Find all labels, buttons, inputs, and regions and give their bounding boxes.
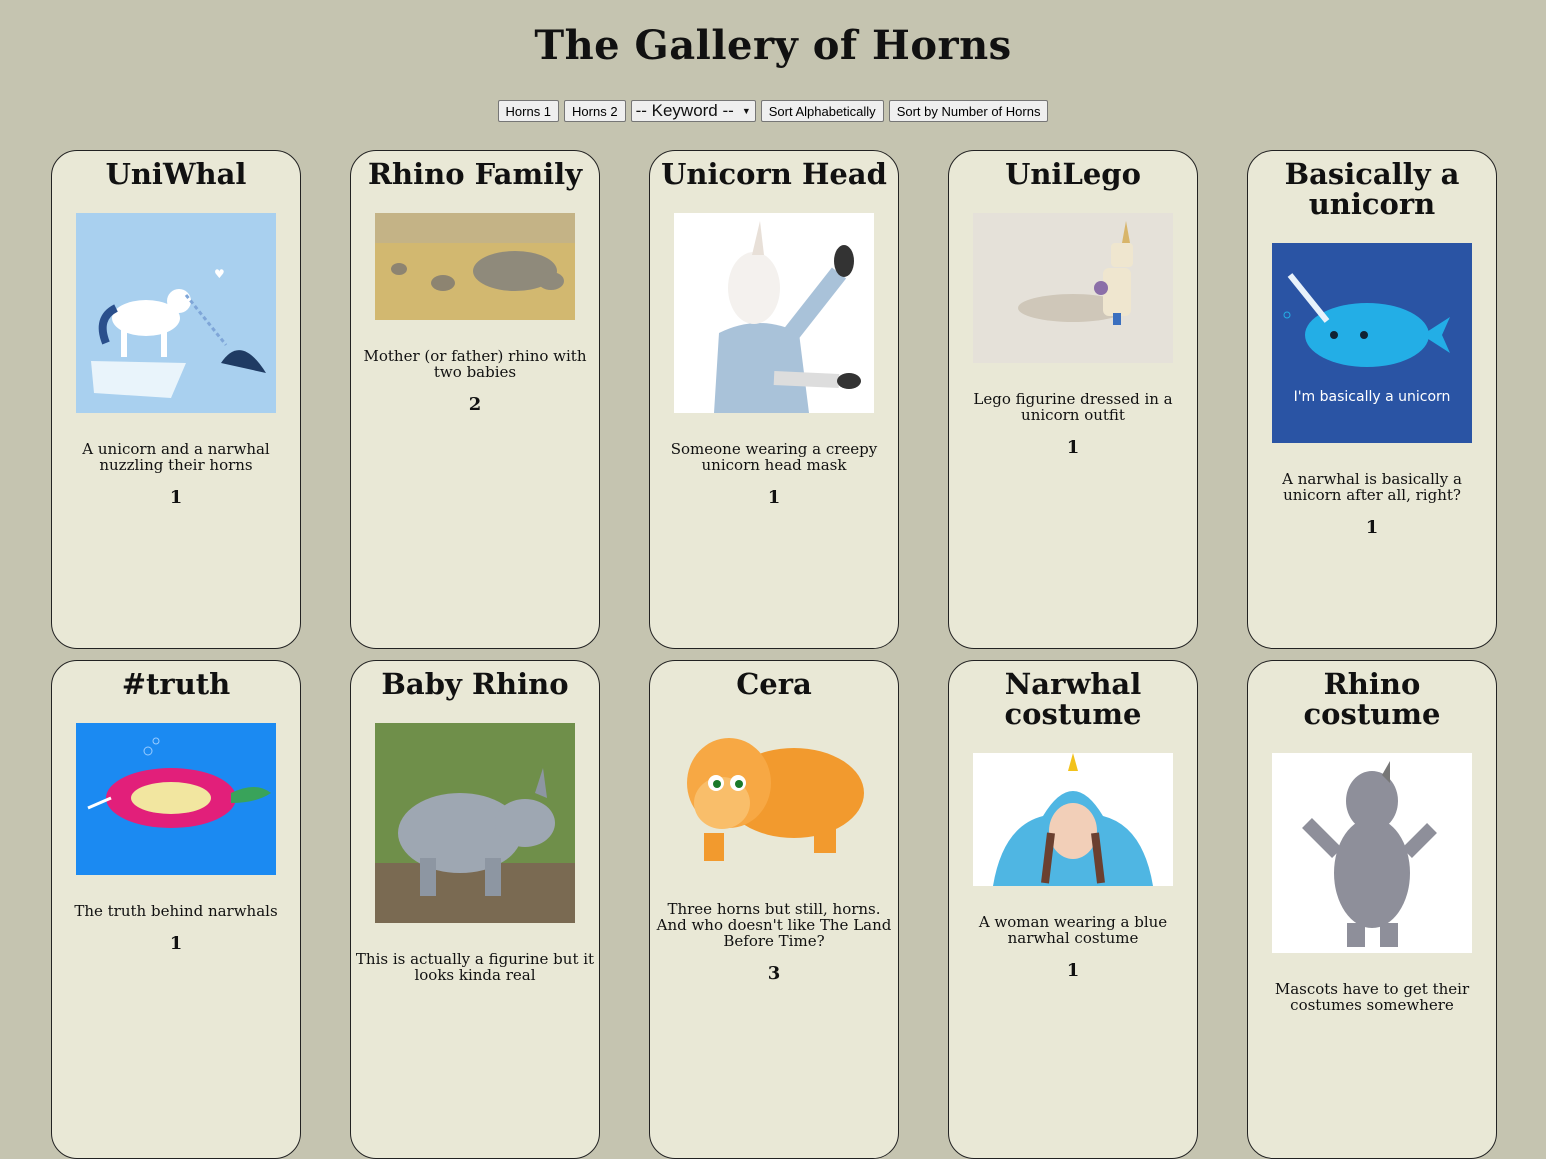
card-horns-count: 1: [1066, 960, 1080, 981]
card-description: A narwhal is basically a unicorn after a…: [1282, 470, 1462, 504]
baby-rhino-image: [375, 723, 575, 927]
gallery-card: Narwhal costume A woman wearing a blue n…: [948, 660, 1198, 1159]
gallery-card: Unicorn Head Someone wearing a creepy un…: [649, 150, 899, 649]
card-description: This is actually a figurine but it looks…: [355, 950, 595, 984]
gallery-card: #truth The truth behind narwhals 1: [51, 660, 301, 1159]
unicorn-mask-image: [674, 213, 874, 417]
card-description: Mascots have to get their costumes somew…: [1274, 980, 1470, 1014]
card-horns-count: 1: [169, 487, 183, 508]
unicorn-narwhal-image: ♥: [76, 213, 276, 417]
card-title: Rhino Family: [367, 157, 583, 191]
narwhal-shirt-caption: I'm basically a unicorn: [1294, 389, 1451, 405]
card-description: Lego figurine dressed in a unicorn outfi…: [973, 390, 1173, 424]
narwhal-shirt-image: I'm basically a unicorn: [1272, 243, 1472, 447]
card-title: Cera: [736, 667, 812, 701]
card-title: #truth: [121, 667, 231, 701]
card-horns-count: 3: [767, 963, 781, 984]
card-horns-count: 1: [1365, 517, 1379, 538]
gallery-card: Rhino Family Mother (or father) rhino wi…: [350, 150, 600, 649]
card-description: The truth behind narwhals: [74, 902, 278, 920]
card-title: Rhino costume: [1303, 667, 1441, 731]
card-title: UniWhal: [105, 157, 247, 191]
gallery-grid: UniWhal ♥ A unicorn and a narwhal nuzzli…: [51, 150, 1497, 1159]
horns1-button[interactable]: Horns 1: [497, 100, 560, 122]
keyword-select[interactable]: -- Keyword -- ▼: [630, 100, 756, 122]
sort-by-horns-button[interactable]: Sort by Number of Horns: [888, 100, 1049, 122]
card-title: Unicorn Head: [661, 157, 887, 191]
horns2-button[interactable]: Horns 2: [564, 100, 626, 122]
card-description: A woman wearing a blue narwhal costume: [978, 913, 1168, 947]
rhino-mascot-image: [1272, 753, 1472, 957]
keyword-select-value: -- Keyword --: [635, 101, 734, 120]
lego-unicorn-image: [973, 213, 1173, 367]
sort-alphabetically-button[interactable]: Sort Alphabetically: [760, 100, 884, 122]
card-horns-count: 1: [767, 487, 781, 508]
gallery-card: Baby Rhino This is actually a figurine b…: [350, 660, 600, 1159]
card-description: Mother (or father) rhino with two babies: [363, 347, 587, 381]
card-horns-count: 1: [1066, 437, 1080, 458]
gallery-card: Rhino costume Mascots have to get their …: [1247, 660, 1497, 1159]
card-horns-count: 2: [468, 394, 482, 415]
card-horns-count: 1: [169, 933, 183, 954]
card-description: A unicorn and a narwhal nuzzling their h…: [82, 440, 270, 474]
card-title: Basically a unicorn: [1284, 157, 1460, 221]
narwhal-truth-image: [76, 723, 276, 879]
chevron-down-icon: ▼: [741, 106, 751, 116]
gallery-card: UniLego Lego figurine dressed in a unico…: [948, 150, 1198, 649]
cera-triceratops-image: [674, 723, 874, 877]
controls-bar: Horns 1 Horns 2 -- Keyword -- ▼ Sort Alp…: [0, 98, 1546, 124]
card-title: Baby Rhino: [381, 667, 569, 701]
card-description: Three horns but still, horns. And who do…: [656, 900, 892, 950]
card-description: Someone wearing a creepy unicorn head ma…: [670, 440, 878, 474]
card-title: Narwhal costume: [1004, 667, 1142, 731]
narwhal-costume-image: [973, 753, 1173, 890]
card-title: UniLego: [1005, 157, 1141, 191]
gallery-card: Basically a unicorn I'm basically a unic…: [1247, 150, 1497, 649]
svg-text:♥: ♥: [214, 267, 225, 281]
page-title: The Gallery of Horns: [534, 22, 1012, 69]
gallery-card: UniWhal ♥ A unicorn and a narwhal nuzzli…: [51, 150, 301, 649]
rhino-family-image: [375, 213, 575, 324]
gallery-card: Cera Three horns but still, horns. And w…: [649, 660, 899, 1159]
